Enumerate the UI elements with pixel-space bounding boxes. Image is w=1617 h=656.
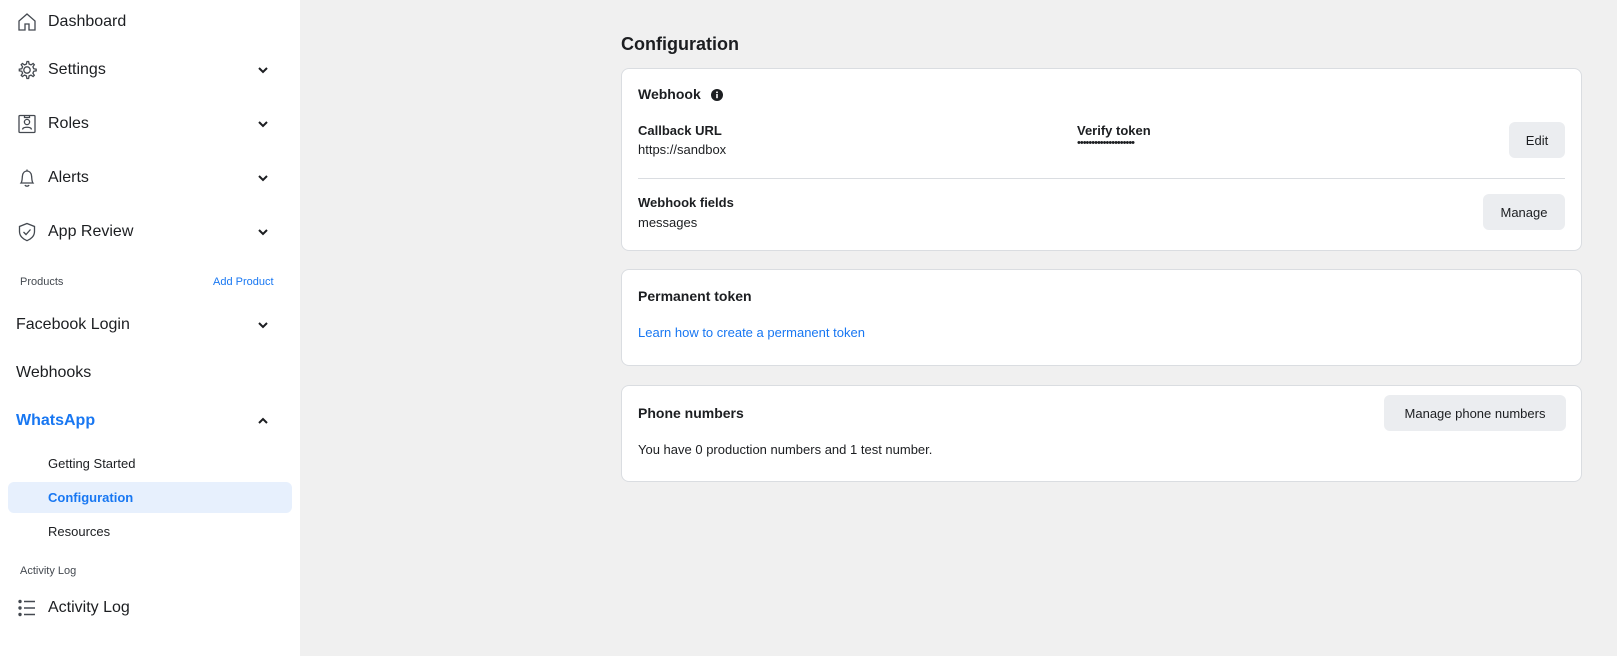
permanent-token-title: Permanent token (638, 288, 752, 304)
sidebar-item-label: Settings (48, 61, 106, 78)
bell-icon (16, 167, 38, 189)
permanent-token-link[interactable]: Learn how to create a permanent token (638, 325, 865, 340)
gear-icon (16, 59, 38, 81)
shield-check-icon (16, 221, 38, 243)
phone-numbers-card: Phone numbers Manage phone numbers You h… (621, 385, 1582, 482)
sidebar-subitem-getting-started[interactable]: Getting Started (8, 448, 292, 479)
sidebar-item-alerts[interactable]: Alerts (0, 156, 300, 200)
sidebar-subitem-resources[interactable]: Resources (8, 516, 292, 547)
sidebar-subitem-label: Resources (48, 524, 111, 539)
chevron-down-icon (256, 318, 270, 332)
sidebar-subitem-label: Getting Started (48, 456, 136, 471)
sidebar-item-activity-log[interactable]: Activity Log (0, 586, 300, 630)
callback-url-label: Callback URL (638, 123, 722, 138)
id-card-icon (16, 113, 38, 135)
permanent-token-card: Permanent token Learn how to create a pe… (621, 269, 1582, 366)
webhook-fields-label: Webhook fields (638, 195, 734, 210)
chevron-down-icon (256, 171, 270, 185)
add-product-link[interactable]: Add Product (213, 276, 274, 288)
edit-button[interactable]: Edit (1509, 122, 1565, 158)
activity-section-label: Activity Log (20, 565, 77, 577)
sidebar-subitem-label: Configuration (48, 490, 134, 505)
manage-button[interactable]: Manage (1483, 194, 1565, 230)
sidebar-item-label: Activity Log (48, 599, 130, 616)
sidebar-item-label: App Review (48, 223, 134, 240)
verify-token-value: •••••••••••••••••••• (1077, 137, 1135, 149)
sidebar-item-dashboard[interactable]: Dashboard (0, 0, 300, 44)
sidebar-subitem-configuration[interactable]: Configuration (8, 482, 292, 513)
divider (638, 178, 1565, 179)
chevron-down-icon (256, 63, 270, 77)
page-title: Configuration (621, 34, 739, 54)
webhook-title: Webhook (638, 86, 701, 102)
sidebar-item-label: WhatsApp (16, 412, 96, 429)
sidebar-item-settings[interactable]: Settings (0, 48, 300, 92)
sidebar-item-webhooks[interactable]: Webhooks (0, 351, 300, 395)
sidebar-item-whatsapp[interactable]: WhatsApp (0, 399, 300, 443)
manage-phone-numbers-button[interactable]: Manage phone numbers (1384, 395, 1566, 431)
products-section-label: Products (20, 276, 64, 288)
chevron-up-icon (256, 414, 270, 428)
webhook-fields-value: messages (638, 215, 698, 230)
sidebar: Dashboard Settings Roles Alerts App Revi… (0, 0, 300, 656)
phone-numbers-description: You have 0 production numbers and 1 test… (638, 442, 933, 457)
verify-token-label: Verify token (1077, 123, 1151, 138)
home-icon (16, 11, 38, 33)
webhook-card: Webhook Callback URL https://sandbox Ver… (621, 68, 1582, 251)
sidebar-item-label: Facebook Login (16, 316, 130, 333)
sidebar-item-facebook-login[interactable]: Facebook Login (0, 303, 300, 347)
list-icon (16, 597, 38, 619)
sidebar-item-label: Roles (48, 115, 89, 132)
sidebar-item-app-review[interactable]: App Review (0, 210, 300, 254)
chevron-down-icon (256, 225, 270, 239)
sidebar-item-label: Alerts (48, 169, 89, 186)
sidebar-item-label: Dashboard (48, 13, 127, 30)
info-icon[interactable] (711, 88, 723, 101)
chevron-down-icon (256, 117, 270, 131)
sidebar-item-label: Webhooks (16, 364, 92, 381)
callback-url-value: https://sandbox (638, 142, 727, 157)
sidebar-item-roles[interactable]: Roles (0, 102, 300, 146)
phone-numbers-title: Phone numbers (638, 405, 744, 421)
